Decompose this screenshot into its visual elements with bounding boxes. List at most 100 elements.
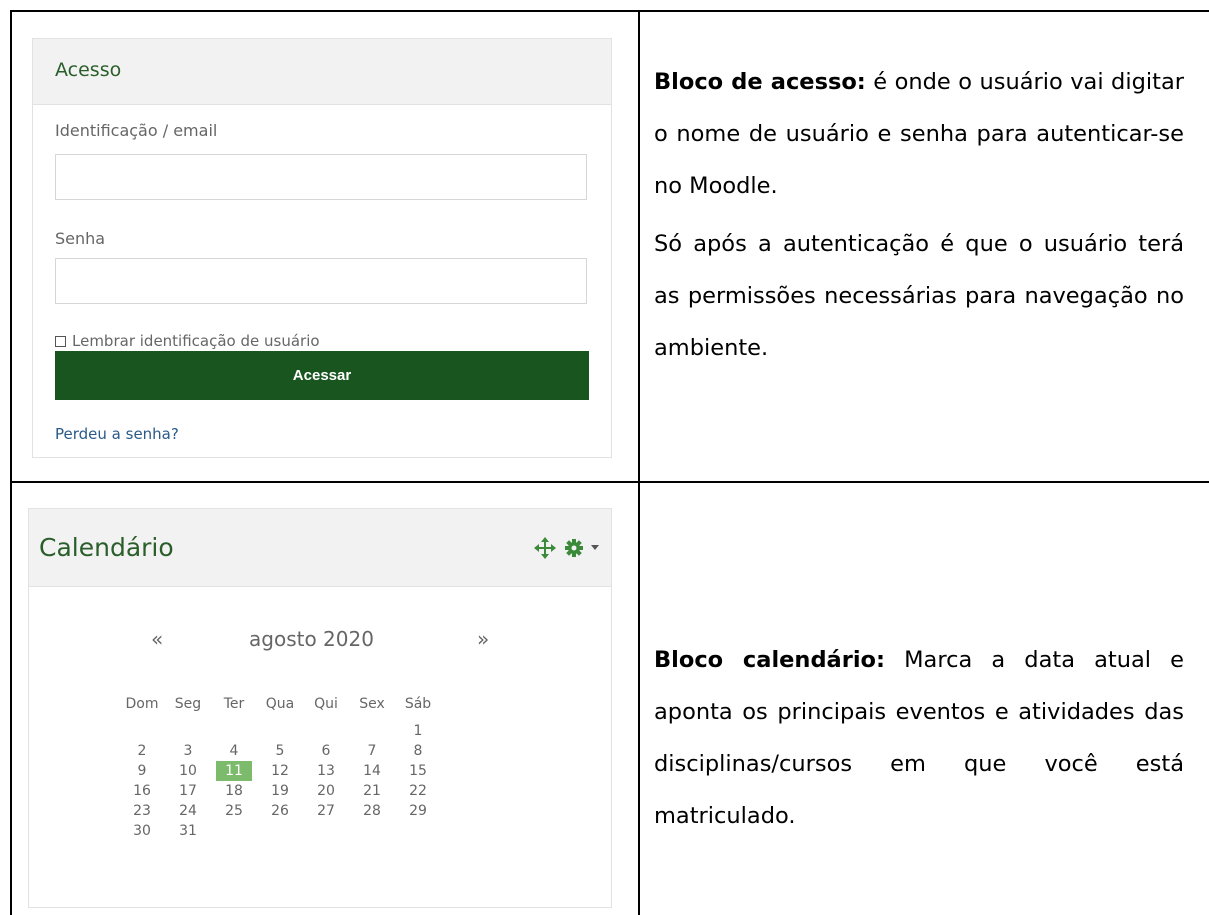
username-input[interactable] [55, 154, 587, 200]
calendar-day-label: 20 [317, 783, 335, 799]
calendar-weekday-row: Dom Seg Ter Qua Qui Sex Sáb [119, 687, 441, 721]
calendar-grid: Dom Seg Ter Qua Qui Sex Sáb 1 2 3 4 5 6 7 8 9 10 1… [119, 687, 441, 841]
weekday: Sex [359, 696, 385, 712]
calendar-prev-month[interactable]: « [151, 627, 163, 651]
calendar-empty-cell [165, 721, 211, 741]
calendar-day-label: 16 [133, 783, 151, 799]
calendar-empty-cell [395, 821, 441, 841]
login-description-paragraph-1: Bloco de acesso: é onde o usuário vai di… [654, 56, 1184, 212]
calendar-day[interactable]: 30 [119, 821, 165, 841]
calendar-day[interactable]: 14 [349, 761, 395, 781]
calendar-day[interactable]: 28 [349, 801, 395, 821]
calendar-day-label: 21 [363, 783, 381, 799]
calendar-description-bold: Bloco calendário: [654, 647, 885, 673]
calendar-day-label: 14 [363, 763, 381, 779]
calendar-day[interactable]: 26 [257, 801, 303, 821]
calendar-day[interactable]: 9 [119, 761, 165, 781]
calendar-day-label: 13 [317, 763, 335, 779]
weekday: Seg [174, 696, 202, 712]
remember-label: Lembrar identificação de usuário [72, 332, 320, 350]
calendar-day[interactable]: 29 [395, 801, 441, 821]
calendar-day[interactable]: 5 [257, 741, 303, 761]
calendar-day-label: 25 [225, 803, 243, 819]
calendar-day-today[interactable]: 11 [211, 761, 257, 781]
calendar-next-month[interactable]: » [477, 627, 489, 651]
calendar-day[interactable]: 7 [349, 741, 395, 761]
calendar-day-label: 2 [137, 743, 147, 759]
calendar-day[interactable]: 23 [119, 801, 165, 821]
table-border-left [10, 10, 12, 915]
weekday: Ter [223, 696, 245, 712]
calendar-day[interactable]: 3 [165, 741, 211, 761]
password-input[interactable] [55, 258, 587, 304]
calendar-day[interactable]: 2 [119, 741, 165, 761]
calendar-day-label: 5 [275, 743, 285, 759]
calendar-empty-cell [303, 721, 349, 741]
calendar-empty-cell [119, 721, 165, 741]
calendar-description-text: Marca a data atual e aponta os principai… [654, 647, 1184, 829]
calendar-day-label: 27 [317, 803, 335, 819]
calendar-month-label: agosto 2020 [249, 627, 374, 651]
calendar-day[interactable]: 20 [303, 781, 349, 801]
calendar-day-label: 4 [229, 743, 239, 759]
calendar-empty-cell [257, 721, 303, 741]
calendar-day-label: 18 [225, 783, 243, 799]
calendar-description-paragraph: Bloco calendário: Marca a data atual e a… [654, 634, 1184, 842]
calendar-day-label: 15 [409, 763, 427, 779]
weekday: Sáb [404, 696, 432, 712]
calendar-week-row: 1 [119, 721, 441, 741]
calendar-block: Calendário « agosto 2020 » Dom Seg Ter Q… [28, 508, 612, 908]
calendar-day[interactable]: 24 [165, 801, 211, 821]
calendar-day[interactable]: 18 [211, 781, 257, 801]
calendar-day[interactable]: 8 [395, 741, 441, 761]
calendar-day-label: 31 [179, 823, 197, 839]
calendar-day-label: 3 [183, 743, 193, 759]
move-icon[interactable] [534, 537, 556, 559]
calendar-day-label: 17 [179, 783, 197, 799]
remember-checkbox[interactable] [55, 335, 66, 347]
calendar-day[interactable]: 4 [211, 741, 257, 761]
calendar-day-label: 10 [179, 763, 197, 779]
login-block-title: Acesso [55, 59, 122, 81]
calendar-day[interactable]: 19 [257, 781, 303, 801]
calendar-day-today-label: 11 [216, 761, 252, 781]
calendar-week-row: 16 17 18 19 20 21 22 [119, 781, 441, 801]
calendar-empty-cell [349, 721, 395, 741]
calendar-day[interactable]: 6 [303, 741, 349, 761]
calendar-day[interactable]: 21 [349, 781, 395, 801]
calendar-block-title: Calendário [39, 533, 174, 562]
login-description-bold: Bloco de acesso: [654, 69, 866, 95]
calendar-empty-cell [211, 821, 257, 841]
weekday: Qui [314, 696, 338, 712]
calendar-week-row: 23 24 25 26 27 28 29 [119, 801, 441, 821]
calendar-day[interactable]: 16 [119, 781, 165, 801]
calendar-empty-cell [257, 821, 303, 841]
calendar-week-row: 30 31 [119, 821, 441, 841]
calendar-day[interactable]: 12 [257, 761, 303, 781]
calendar-day[interactable]: 10 [165, 761, 211, 781]
weekday: Qua [265, 696, 295, 712]
calendar-day-label: 30 [133, 823, 151, 839]
gear-icon[interactable] [563, 537, 585, 559]
calendar-day[interactable]: 17 [165, 781, 211, 801]
calendar-day[interactable]: 25 [211, 801, 257, 821]
calendar-day[interactable]: 27 [303, 801, 349, 821]
caret-down-icon[interactable] [591, 545, 599, 550]
calendar-day[interactable]: 13 [303, 761, 349, 781]
calendar-day[interactable]: 1 [395, 721, 441, 741]
weekday: Dom [125, 696, 159, 712]
login-button[interactable]: Acessar [55, 351, 589, 400]
calendar-day-label: 29 [409, 803, 427, 819]
calendar-day[interactable]: 22 [395, 781, 441, 801]
login-description: Bloco de acesso: é onde o usuário vai di… [654, 56, 1184, 374]
calendar-day[interactable]: 31 [165, 821, 211, 841]
calendar-empty-cell [349, 821, 395, 841]
calendar-empty-cell [211, 721, 257, 741]
forgot-password-link[interactable]: Perdeu a senha? [55, 425, 179, 443]
table-border-row [10, 481, 1209, 483]
calendar-day[interactable]: 15 [395, 761, 441, 781]
calendar-day-label: 12 [271, 763, 289, 779]
calendar-empty-cell [303, 821, 349, 841]
remember-username[interactable]: Lembrar identificação de usuário [55, 332, 320, 350]
login-block-header: Acesso [33, 39, 611, 105]
